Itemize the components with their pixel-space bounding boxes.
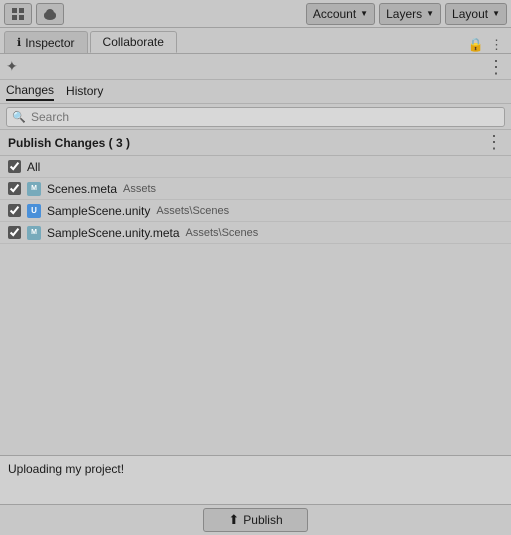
publish-header: Publish Changes ( 3 ) ⋮ [0, 130, 511, 156]
publish-button[interactable]: ⬆ Publish [203, 508, 307, 532]
tab-menu-dots[interactable]: ⋮ [490, 37, 503, 53]
layout-chevron-icon: ▼ [492, 9, 500, 18]
inspector-tab-label: Inspector [25, 36, 74, 50]
sub-toolbar: ✦ ⋮ [0, 54, 511, 80]
top-toolbar: Account ▼ Layers ▼ Layout ▼ [0, 0, 511, 28]
section-tabs: Changes History [0, 80, 511, 104]
upload-icon: ⬆ [228, 512, 239, 528]
publish-button-label: Publish [243, 513, 282, 527]
samplescene-unity-name: SampleScene.unity [47, 204, 150, 218]
layers-label: Layers [386, 7, 422, 21]
samplescene-unity-meta-path: Assets\Scenes [186, 227, 259, 239]
search-wrapper: 🔍 [6, 107, 505, 127]
search-input[interactable] [6, 107, 505, 127]
history-tab[interactable]: History [66, 84, 103, 100]
list-item: U SampleScene.unity Assets\Scenes [0, 200, 511, 222]
all-label: All [27, 160, 40, 174]
grid-icon-button[interactable] [4, 3, 32, 25]
collaborate-tab-label: Collaborate [103, 35, 164, 49]
bottom-area: Uploading my project! ⬆ Publish [0, 455, 511, 535]
layers-chevron-icon: ▼ [426, 9, 434, 18]
changes-tab[interactable]: Changes [6, 83, 54, 101]
account-chevron-icon: ▼ [360, 9, 368, 18]
inspector-icon: ℹ [17, 36, 21, 49]
unity-icon: U [27, 204, 41, 218]
layout-label: Layout [452, 7, 488, 21]
meta-icon: M [27, 226, 41, 240]
list-item: M Scenes.meta Assets [0, 178, 511, 200]
layers-dropdown[interactable]: Layers ▼ [379, 3, 441, 25]
account-dropdown[interactable]: Account ▼ [306, 3, 375, 25]
search-bar: 🔍 [0, 104, 511, 130]
lock-icon[interactable]: 🔒 [468, 37, 484, 53]
samplescene-unity-path: Assets\Scenes [156, 205, 229, 217]
all-item: All [0, 156, 511, 178]
account-label: Account [313, 7, 356, 21]
tab-collaborate[interactable]: Collaborate [90, 31, 177, 53]
scenes-meta-checkbox[interactable] [8, 182, 21, 195]
layout-dropdown[interactable]: Layout ▼ [445, 3, 507, 25]
scenes-meta-path: Assets [123, 183, 156, 195]
cloud-icon-button[interactable] [36, 3, 64, 25]
publish-bar: ⬆ Publish [0, 505, 511, 535]
settings-icon[interactable]: ✦ [6, 58, 18, 75]
list-item: M SampleScene.unity.meta Assets\Scenes [0, 222, 511, 244]
samplescene-unity-meta-checkbox[interactable] [8, 226, 21, 239]
search-icon: 🔍 [12, 110, 26, 123]
tab-right-icons: 🔒 ⋮ [468, 37, 507, 53]
samplescene-unity-meta-name: SampleScene.unity.meta [47, 226, 180, 240]
publish-menu-dots[interactable]: ⋮ [485, 132, 503, 153]
scenes-meta-name: Scenes.meta [47, 182, 117, 196]
tab-bar: ℹ Inspector Collaborate 🔒 ⋮ [0, 28, 511, 54]
message-input[interactable]: Uploading my project! [0, 456, 511, 505]
samplescene-unity-checkbox[interactable] [8, 204, 21, 217]
tab-inspector[interactable]: ℹ Inspector [4, 31, 88, 53]
meta-icon: M [27, 182, 41, 196]
all-checkbox[interactable] [8, 160, 21, 173]
sub-toolbar-menu-dots[interactable]: ⋮ [487, 58, 505, 76]
publish-changes-title: Publish Changes ( 3 ) [8, 136, 485, 150]
